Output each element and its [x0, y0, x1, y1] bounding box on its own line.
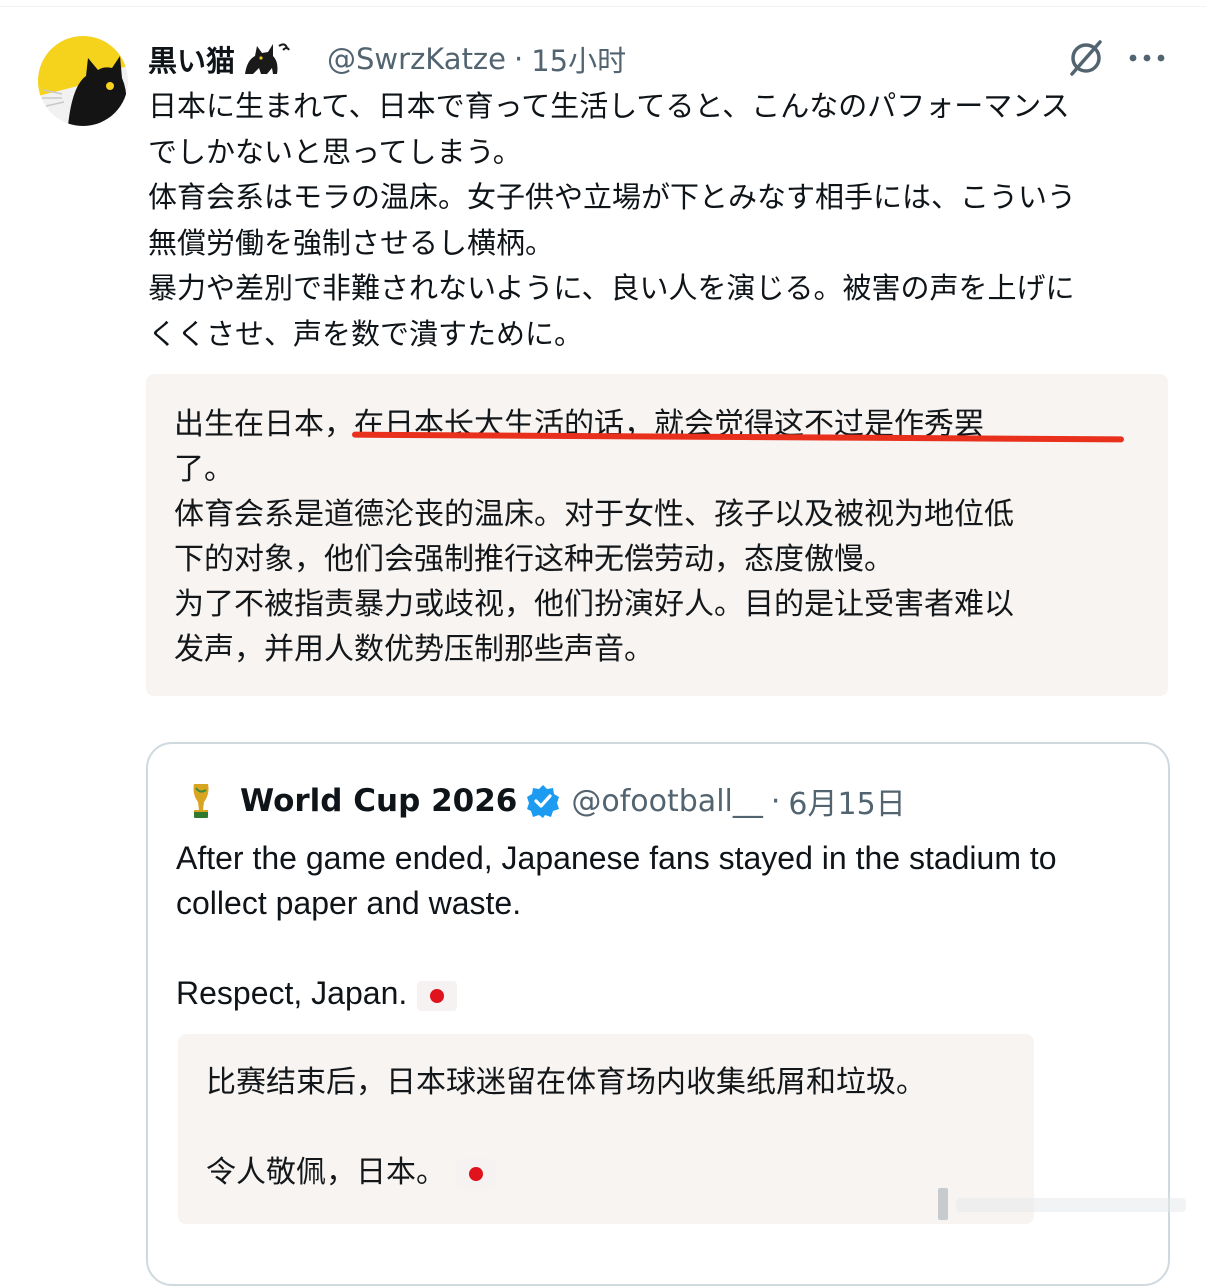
translation-line: 为了不被指责暴力或歧视，他们扮演好人。目的是让受害者难以: [174, 587, 1014, 622]
quoted-text-line: collect paper and waste.: [176, 885, 522, 921]
tweet-text-line: 日本に生まれて、日本で育って生活してると、こんなのパフォーマンス: [148, 89, 1070, 123]
tweet-text: 日本に生まれて、日本で育って生活してると、こんなのパフォーマンス でしかないと思…: [148, 84, 1178, 357]
quoted-user-handle[interactable]: @ofootball__: [571, 784, 762, 819]
translation-box: 出生在日本，在日本长大生活的话，就会觉得这不过是作秀罢 了。 体育会系是道德沦丧…: [146, 374, 1168, 696]
display-name[interactable]: 黒い猫: [148, 38, 235, 80]
more-options-icon[interactable]: [1124, 38, 1170, 78]
verified-badge-icon: [525, 783, 561, 819]
quoted-timestamp[interactable]: 6月15日: [788, 779, 905, 823]
tweet-text-line: 暴力や差別で非難されないように、良い人を演じる。被害の声を上げに: [148, 271, 1075, 305]
user-handle[interactable]: @SwrzKatze: [327, 42, 506, 76]
grok-icon[interactable]: [1064, 38, 1108, 78]
avatar[interactable]: [38, 36, 128, 126]
trophy-icon: [188, 782, 214, 820]
translation-line: 下的对象，他们会强制推行这种无偿劳动，态度傲慢。: [174, 542, 894, 577]
quoted-display-name[interactable]: World Cup 2026: [240, 783, 517, 819]
tweet-text-line: 体育会系はモラの温床。女子供や立場が下とみなす相手には、こういう: [148, 180, 1077, 214]
tweet-text-line: でしかないと思ってしまう。: [148, 134, 522, 169]
tweet-header: 黒い猫 @SwrzKatze · 15小时: [148, 38, 626, 80]
quoted-respect-text: Respect, Japan.: [176, 975, 408, 1011]
timestamp[interactable]: 15小时: [531, 38, 626, 80]
quoted-translation-line: 令人敬佩，日本。: [206, 1150, 926, 1195]
tweet-text-line: 無償労働を強制させるし横柄。: [148, 225, 555, 260]
quoted-text-line: After the game ended, Japanese fans stay…: [176, 840, 1057, 876]
japan-flag-icon: [417, 980, 458, 1011]
separator-dot: ·: [514, 42, 524, 76]
translation-line: 体育会系是道德沦丧的温床。对于女性、孩子以及被视为地位低: [174, 497, 1014, 532]
top-divider: [0, 6, 1206, 7]
quoted-translation-line: 比赛结束后，日本球迷留在体育场内收集纸屑和垃圾。: [206, 1065, 926, 1100]
avatar-cat-image: [38, 36, 128, 126]
tweet-text-line: くくさせ、声を数で潰すために。: [148, 316, 584, 351]
cat-emoji-icon: [241, 40, 291, 78]
quoted-tweet-text: After the game ended, Japanese fans stay…: [176, 836, 1146, 1016]
translation-line: 了。: [174, 452, 234, 487]
quoted-translation-respect: 令人敬佩，日本。: [206, 1155, 446, 1190]
watermark: [860, 1182, 1190, 1226]
quoted-text-line: Respect, Japan.: [176, 971, 1146, 1016]
translation-line: 发声，并用人数优势压制那些声音。: [174, 632, 654, 667]
japan-flag-icon: [456, 1158, 496, 1189]
quoted-tweet-header: World Cup 2026 @ofootball__ · 6月15日: [188, 778, 906, 824]
separator-dot: ·: [770, 783, 781, 819]
